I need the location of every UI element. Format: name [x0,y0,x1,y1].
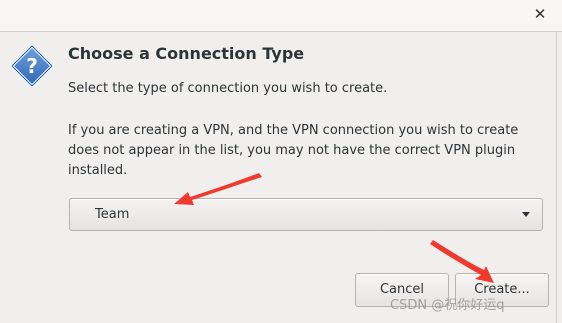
arrow-to-dropdown [174,173,262,205]
annotation-arrows [174,173,494,283]
new-connection-dialog: ✕ ? Choose a Connection Type Select the … [0,0,562,323]
arrow-to-create-button [430,240,494,283]
watermark: CSDN @祝你好运q [390,298,505,313]
